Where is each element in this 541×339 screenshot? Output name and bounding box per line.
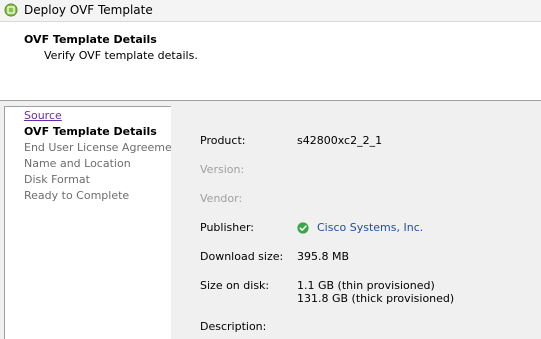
product-label: Product: (200, 134, 246, 147)
size-on-disk-thin: 1.1 GB (thin provisioned) (297, 279, 435, 292)
template-details-panel: Product: s42800xc2_2_1 Version: Vendor: … (171, 106, 541, 339)
product-value: s42800xc2_2_1 (297, 134, 383, 147)
publisher-label: Publisher: (200, 221, 255, 234)
verified-check-icon (297, 222, 309, 234)
version-label: Version: (200, 163, 245, 176)
publisher-link[interactable]: Cisco Systems, Inc. (317, 221, 423, 235)
size-on-disk-thick: 131.8 GB (thick provisioned) (297, 292, 455, 305)
step-source-link[interactable]: Source (24, 109, 62, 123)
page-subtitle: Verify OVF template details. (44, 49, 198, 62)
step-disk-format: Disk Format (24, 173, 90, 186)
step-name-and-location: Name and Location (24, 157, 131, 170)
wizard-header: OVF Template Details Verify OVF template… (0, 22, 541, 101)
download-size-value: 395.8 MB (297, 250, 350, 263)
vmware-logo-icon (4, 3, 18, 17)
page-title: OVF Template Details (24, 33, 157, 46)
step-ovf-template-details: OVF Template Details (24, 125, 157, 138)
description-label: Description: (200, 320, 267, 333)
wizard-steps-sidebar: Source OVF Template Details End User Lic… (4, 106, 183, 339)
window-titlebar: Deploy OVF Template (0, 0, 541, 22)
step-ready-to-complete: Ready to Complete (24, 189, 130, 202)
download-size-label: Download size: (200, 250, 284, 263)
size-on-disk-label: Size on disk: (200, 279, 270, 292)
step-eula: End User License Agreement (24, 141, 184, 154)
vendor-label: Vendor: (200, 192, 243, 205)
window-title: Deploy OVF Template (24, 3, 153, 17)
